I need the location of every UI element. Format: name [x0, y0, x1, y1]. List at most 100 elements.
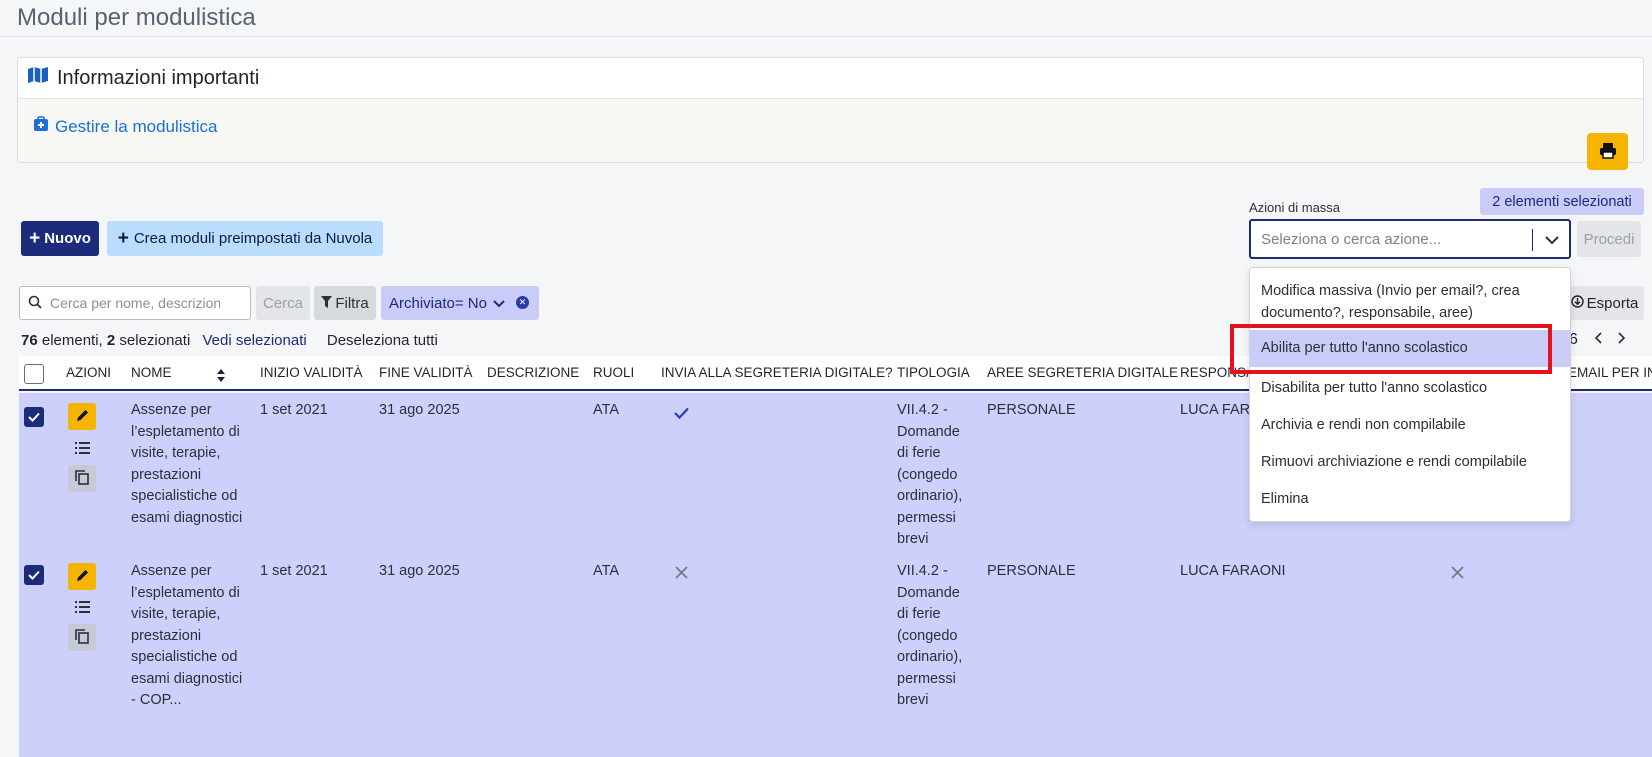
archived-filter-chip-label: Archiviato= No	[389, 294, 487, 312]
view-selected-link[interactable]: Vedi selezionati	[202, 332, 306, 349]
export-button-label: Esporta	[1586, 294, 1639, 312]
prev-page-icon[interactable]	[1594, 331, 1602, 349]
pencil-icon	[75, 568, 90, 586]
copy-icon	[75, 469, 89, 488]
mass-option-unarchive[interactable]: Rimuovi archiviazione e rendi compilabil…	[1250, 445, 1570, 480]
row-checkbox[interactable]	[24, 565, 44, 585]
filter-button-label: Filtra	[335, 294, 369, 312]
plus-icon: +	[117, 228, 129, 249]
pencil-icon	[75, 408, 90, 426]
cell-start: 1 set 2021	[260, 402, 328, 418]
remove-filter-icon[interactable]: ✕	[516, 296, 529, 309]
cross-icon	[675, 566, 688, 582]
col-email: Email per in	[1568, 365, 1652, 380]
cell-roles: ATA	[593, 563, 620, 579]
print-icon	[1599, 142, 1617, 162]
page-title: Moduli per modulistica	[17, 4, 256, 31]
next-page-icon[interactable]	[1618, 331, 1626, 349]
plus-icon: +	[29, 228, 41, 249]
info-card-header: Informazioni importanti	[27, 66, 259, 90]
col-type: Tipologia	[897, 365, 970, 380]
info-card-body: Gestire la modulistica	[18, 98, 1643, 162]
divider	[0, 36, 1652, 37]
selected-items-badge: 2 elementi selezionati	[1480, 188, 1644, 215]
new-button[interactable]: + Nuovo	[21, 221, 99, 256]
cell-name: Assenze per l’espletamento di visite, te…	[131, 563, 243, 708]
create-preset-forms-label: Crea moduli preimpostati da Nuvola	[133, 230, 373, 247]
col-roles: Ruoli	[593, 365, 635, 380]
select-all-checkbox[interactable]	[24, 364, 44, 384]
create-preset-forms-button[interactable]: + Crea moduli preimpostati da Nuvola	[107, 221, 383, 256]
col-digital-office-areas: Aree segreteria digitale	[987, 365, 1179, 380]
cell-type: VII.4.2 - Domande di ferie (congedo ordi…	[897, 402, 963, 547]
info-card-title: Informazioni importanti	[57, 66, 260, 89]
info-card: Informazioni importanti Gestire la modul…	[17, 57, 1644, 170]
mass-action-select[interactable]: Seleziona o cerca azione...	[1249, 219, 1571, 259]
col-send-digital-office: Invia alla segreteria digitale?	[661, 365, 893, 380]
cell-areas: PERSONALE	[987, 563, 1076, 579]
search-placeholder: Cerca per nome, descrizione	[50, 295, 220, 311]
cross-icon	[1451, 566, 1464, 582]
edit-button[interactable]	[68, 403, 96, 430]
new-button-label: Nuovo	[44, 230, 91, 247]
search-icon	[28, 295, 42, 312]
search-button[interactable]: Cerca	[256, 286, 310, 320]
list-icon	[74, 441, 90, 457]
map-icon	[27, 66, 49, 90]
duplicate-button[interactable]	[68, 624, 96, 651]
col-responsible: Responsa	[1180, 365, 1256, 380]
export-button[interactable]: Esporta	[1565, 286, 1644, 320]
mass-option-delete[interactable]: Elimina	[1250, 482, 1570, 517]
mass-option-enable-year[interactable]: Abilita per tutto l'anno scolastico	[1250, 330, 1570, 367]
cell-areas: PERSONALE	[987, 402, 1076, 418]
row-checkbox[interactable]	[24, 407, 44, 427]
deselect-all-link[interactable]: Deseleziona tutti	[327, 332, 438, 349]
chevron-down-icon	[493, 295, 505, 312]
cell-type: VII.4.2 - Domande di ferie (congedo ordi…	[897, 563, 963, 708]
col-name[interactable]: Nome	[131, 365, 172, 380]
download-icon	[1570, 294, 1584, 312]
total-count: 76	[21, 332, 38, 349]
list-icon	[74, 600, 90, 616]
col-actions: Azioni	[66, 365, 112, 380]
cell-responsible: LUCA FARAONI	[1180, 563, 1286, 579]
cell-end: 31 ago 2025	[379, 563, 460, 579]
cell-roles: ATA	[593, 402, 620, 418]
selected-count: 2	[106, 332, 116, 349]
cell-end: 31 ago 2025	[379, 402, 460, 418]
list-button[interactable]	[68, 594, 96, 621]
selection-summary: 76 elementi, 2 selezionati Vedi selezion…	[21, 332, 438, 349]
mass-option-archive[interactable]: Archivia e rendi non compilabile	[1250, 408, 1570, 443]
manage-forms-link[interactable]: Gestire la modulistica	[33, 116, 218, 137]
pagination: 6	[1569, 331, 1626, 349]
chevron-down-icon[interactable]	[1545, 232, 1559, 249]
col-start-validity: Inizio validità	[260, 365, 363, 380]
col-end-validity: Fine validità	[379, 365, 473, 380]
mass-option-disable-year[interactable]: Disabilita per tutto l'anno scolastico	[1250, 371, 1570, 406]
total-count-text: elementi,	[37, 332, 107, 349]
sort-icon[interactable]	[216, 368, 226, 386]
mass-actions-label: Azioni di massa	[1249, 200, 1341, 215]
col-description: Descrizione	[487, 365, 580, 380]
search-input[interactable]: Cerca per nome, descrizione	[19, 286, 251, 320]
cell-responsible: LUCA FARA	[1180, 402, 1260, 418]
check-icon	[674, 406, 689, 422]
cell-name: Assenze per l’espletamento di visite, te…	[131, 402, 243, 526]
list-button[interactable]	[68, 435, 96, 462]
filter-button[interactable]: Filtra	[314, 286, 376, 320]
manage-forms-link-label: Gestire la modulistica	[55, 116, 218, 136]
table-row[interactable]: Assenze per l’espletamento di visite, te…	[19, 560, 1652, 757]
mass-action-placeholder: Seleziona o cerca azione...	[1261, 230, 1442, 248]
first-aid-icon	[33, 116, 49, 137]
cell-start: 1 set 2021	[260, 563, 328, 579]
selected-count-text: selezionati	[115, 332, 191, 349]
proceed-button[interactable]: Procedi	[1577, 221, 1641, 257]
filter-icon	[321, 295, 333, 312]
duplicate-button[interactable]	[68, 465, 96, 492]
print-button[interactable]	[1587, 133, 1628, 170]
mass-option-bulk-edit[interactable]: Modifica massiva (Invio per email?, crea…	[1250, 280, 1570, 324]
copy-icon	[75, 628, 89, 647]
archived-filter-chip[interactable]: Archiviato= No ✕	[381, 286, 539, 320]
select-separator	[1532, 229, 1533, 251]
edit-button[interactable]	[68, 563, 96, 590]
